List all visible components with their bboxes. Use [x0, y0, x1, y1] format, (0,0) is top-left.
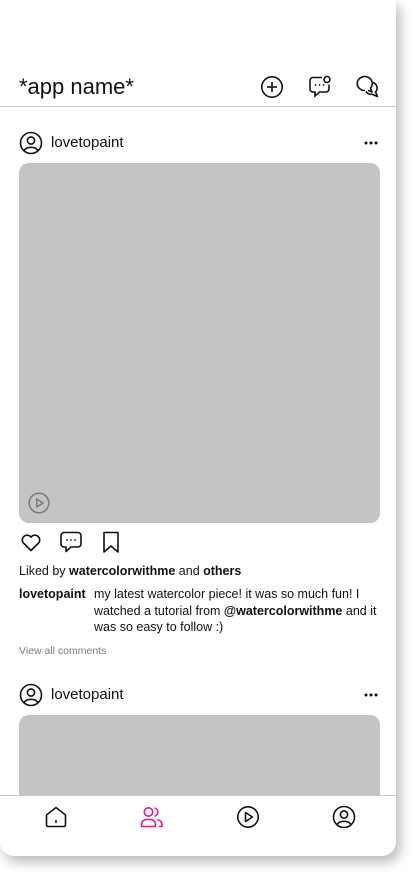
- top-bar: *app name*: [0, 0, 396, 107]
- post-username[interactable]: lovetopaint: [51, 134, 124, 152]
- add-icon[interactable]: [259, 74, 285, 100]
- chat-notification-icon[interactable]: [307, 74, 333, 100]
- home-icon[interactable]: [43, 804, 69, 830]
- more-options-icon[interactable]: [363, 687, 379, 703]
- caption-username[interactable]: lovetopaint: [19, 586, 86, 602]
- video-play-icon: [28, 492, 50, 514]
- phone-screen: *app name* lovetopaint Liked by watercol…: [0, 0, 396, 856]
- bottom-nav: [0, 795, 396, 856]
- more-options-icon[interactable]: [363, 135, 379, 151]
- friends-icon[interactable]: [139, 804, 165, 830]
- post-header: lovetopaint: [19, 131, 379, 157]
- likes-prefix: Liked by: [19, 564, 70, 578]
- app-title: *app name*: [19, 74, 134, 99]
- like-icon[interactable]: [19, 530, 43, 554]
- video-icon[interactable]: [235, 804, 261, 830]
- caption-mention[interactable]: @watercolorwithme: [224, 604, 342, 618]
- avatar-icon[interactable]: [19, 131, 43, 155]
- view-all-comments-link[interactable]: View all comments: [19, 644, 106, 658]
- liked-by-others[interactable]: others: [203, 564, 241, 578]
- likes-connector: and: [175, 564, 204, 578]
- comment-icon[interactable]: [59, 530, 83, 554]
- avatar-icon[interactable]: [19, 683, 43, 707]
- liked-by-user[interactable]: watercolorwithme: [69, 564, 175, 578]
- post-header: lovetopaint: [19, 683, 379, 709]
- profile-icon[interactable]: [331, 804, 357, 830]
- messages-icon[interactable]: [355, 74, 381, 100]
- post-media[interactable]: [19, 163, 380, 523]
- caption-text: my latest watercolor piece! it was so mu…: [94, 586, 384, 636]
- likes-summary: Liked by watercolorwithme and others: [19, 563, 241, 579]
- post-actions: [19, 530, 139, 556]
- bookmark-icon[interactable]: [99, 530, 123, 554]
- post-username[interactable]: lovetopaint: [51, 686, 124, 704]
